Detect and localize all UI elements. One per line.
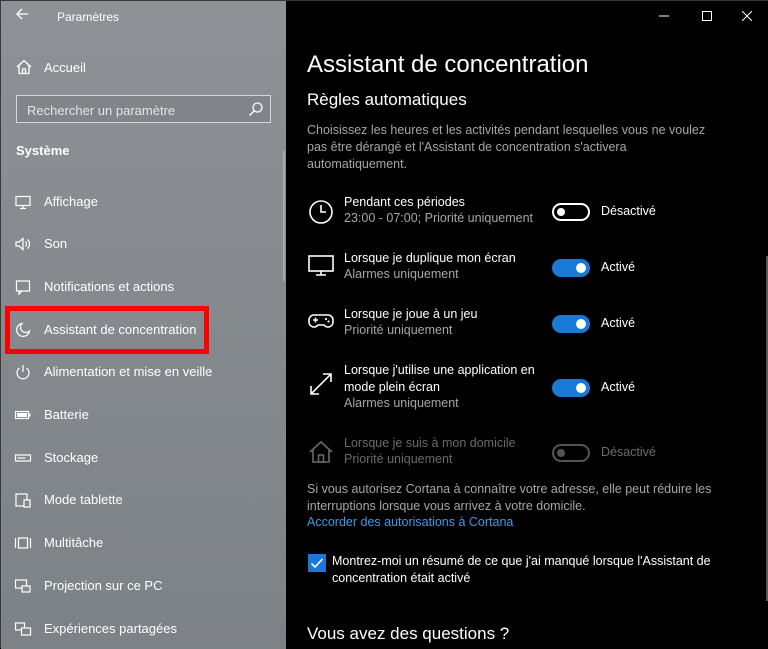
moon-icon — [16, 322, 31, 337]
storage-icon — [14, 454, 32, 462]
rule-subtitle: Priorité uniquement — [344, 323, 453, 337]
rule-subtitle: Alarmes uniquement — [344, 396, 459, 410]
home-icon — [16, 59, 32, 75]
sidebar-item-label: Expériences partagées — [44, 621, 177, 636]
toggle-state-label: Désactivé — [601, 445, 656, 459]
rule-title: Lorsque je joue à un jeu — [344, 307, 478, 321]
minimize-icon — [659, 15, 669, 17]
maximize-button[interactable] — [697, 7, 717, 27]
rule-subtitle: 23:00 - 07:00; Priorité uniquement — [344, 211, 534, 225]
minimize-button[interactable] — [654, 7, 674, 27]
sidebar: Paramètres Accueil Système Affichage Son… — [1, 1, 286, 649]
sidebar-scrollbar[interactable] — [283, 151, 285, 281]
toggle-switch[interactable] — [552, 315, 590, 333]
rule-title: Lorsque je duplique mon écran — [344, 251, 516, 265]
app-title: Paramètres — [57, 10, 120, 24]
summary-checkbox[interactable] — [308, 554, 326, 572]
summary-checkbox-label: Montrez-moi un résumé de ce que j'ai man… — [332, 554, 711, 585]
sidebar-item-label: Mode tablette — [44, 492, 123, 507]
toggle-switch[interactable] — [552, 379, 590, 397]
title-bar: Paramètres — [1, 1, 286, 33]
clock-icon — [309, 200, 333, 224]
sidebar-item-notifications[interactable]: Notifications et actions — [1, 269, 286, 305]
sidebar-item-label: Stockage — [44, 450, 99, 465]
sidebar-item-multitache[interactable]: Multitâche — [1, 525, 286, 561]
home-icon — [309, 440, 333, 463]
sidebar-item-label: Son — [44, 236, 68, 251]
toggle-state-label: Désactivé — [601, 204, 656, 218]
sidebar-item-assistant-concentration[interactable]: Assistant de concentration — [1, 312, 286, 348]
toggle-switch[interactable] — [552, 259, 590, 277]
search-box[interactable] — [16, 95, 271, 124]
back-button[interactable] — [11, 6, 33, 28]
sidebar-item-stockage[interactable]: Stockage — [1, 440, 286, 476]
back-arrow-icon — [16, 8, 28, 20]
rule-title: Lorsque j'utilise une application en mod… — [344, 363, 535, 394]
notification-icon — [15, 280, 31, 296]
sidebar-item-home[interactable]: Accueil — [1, 53, 286, 83]
toggle-state-label: Activé — [601, 380, 636, 394]
fullscreen-icon — [310, 373, 332, 395]
sidebar-item-alimentation[interactable]: Alimentation et mise en veille — [1, 354, 286, 390]
rule-subtitle: Priorité uniquement — [344, 452, 453, 466]
rule-subtitle: Alarmes uniquement — [344, 267, 459, 281]
search-input[interactable] — [17, 96, 254, 124]
power-icon — [16, 365, 30, 380]
toggle-switch[interactable] — [552, 203, 590, 221]
rule-title: Lorsque je suis à mon domicile — [344, 436, 516, 450]
description-text: Choisissez les heures et les activités p… — [307, 123, 706, 171]
section-title: Système — [16, 143, 70, 158]
cortana-permissions-link[interactable]: Accorder des autorisations à Cortana — [307, 515, 513, 529]
sidebar-item-label: Batterie — [44, 407, 89, 422]
close-icon — [741, 10, 753, 22]
sidebar-item-label: Alimentation et mise en veille — [44, 364, 213, 379]
sidebar-item-label: Multitâche — [44, 535, 104, 550]
toggle-state-label: Activé — [601, 260, 636, 274]
monitor-icon — [308, 255, 334, 276]
main-panel: Assistant de concentration Règles automa… — [286, 1, 768, 649]
search-icon[interactable] — [248, 101, 264, 117]
checkmark-icon — [310, 558, 324, 569]
sidebar-item-affichage[interactable]: Affichage — [1, 184, 286, 220]
settings-window: Paramètres Accueil Système Affichage Son… — [0, 0, 768, 649]
battery-icon — [14, 410, 31, 420]
questions-heading: Vous avez des questions ? — [307, 624, 510, 643]
projection-icon — [14, 579, 31, 593]
gamepad-icon — [308, 314, 334, 328]
sidebar-item-label: Projection sur ce PC — [44, 578, 163, 593]
sidebar-item-label: Accueil — [44, 60, 86, 75]
multitask-icon — [14, 537, 32, 549]
tablet-icon — [15, 493, 31, 508]
toggle-switch — [552, 444, 590, 462]
close-button[interactable] — [737, 7, 757, 27]
cortana-info-text: Si vous autorisez Cortana à connaître vo… — [307, 482, 712, 513]
page-title: Assistant de concentration — [307, 51, 589, 78]
sidebar-item-mode-tablette[interactable]: Mode tablette — [1, 482, 286, 518]
shared-icon — [14, 622, 32, 636]
monitor-icon — [15, 195, 31, 210]
sidebar-item-label: Assistant de concentration — [44, 322, 197, 337]
toggle-state-label: Activé — [601, 316, 636, 330]
maximize-icon — [702, 11, 712, 21]
sidebar-item-experiences-partagees[interactable]: Expériences partagées — [1, 611, 286, 647]
sidebar-item-projection[interactable]: Projection sur ce PC — [1, 568, 286, 604]
sidebar-item-label: Notifications et actions — [44, 279, 175, 294]
sidebar-item-label: Affichage — [44, 194, 98, 209]
section-heading: Règles automatiques — [307, 90, 467, 109]
sidebar-item-batterie[interactable]: Batterie — [1, 397, 286, 433]
sidebar-item-son[interactable]: Son — [1, 226, 286, 262]
rule-title: Pendant ces périodes — [344, 195, 465, 209]
speaker-icon — [15, 237, 31, 251]
